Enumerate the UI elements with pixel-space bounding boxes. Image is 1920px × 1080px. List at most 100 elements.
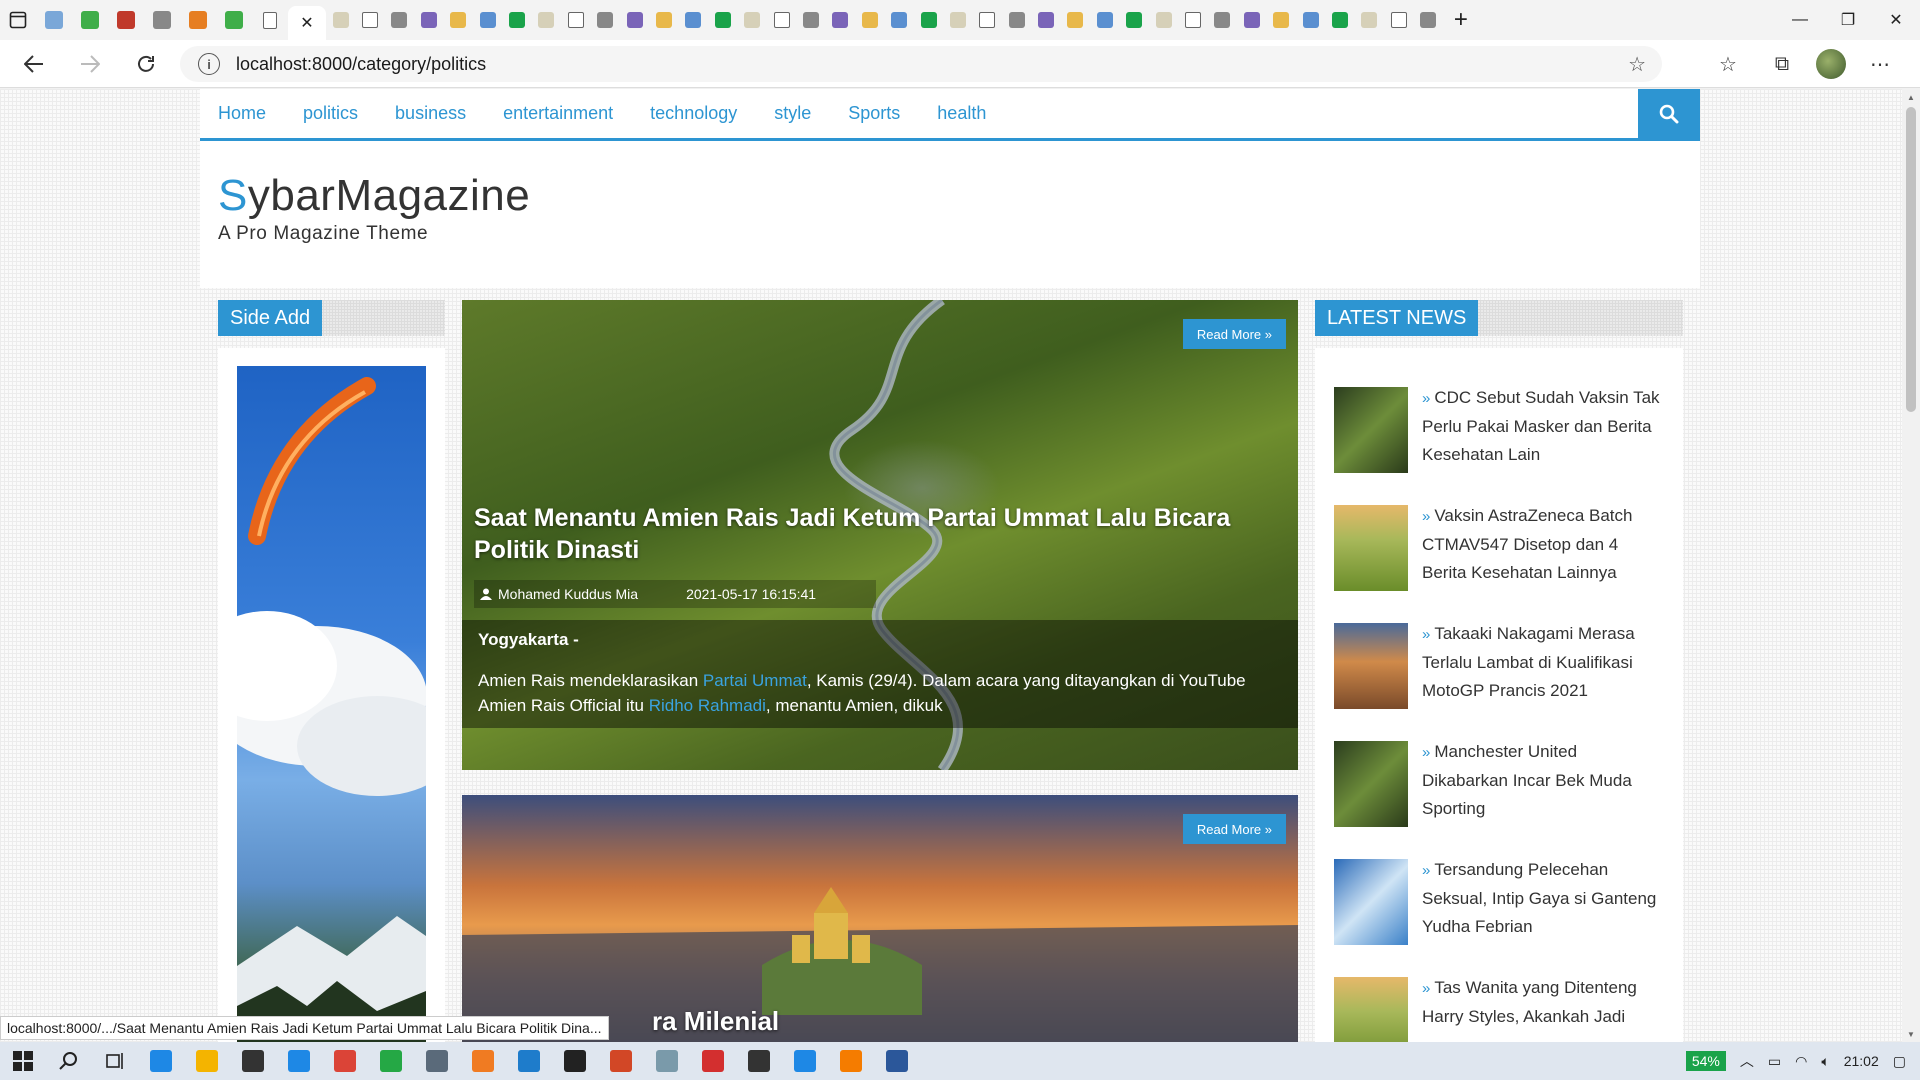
nav-entertainment[interactable]: entertainment xyxy=(503,103,613,124)
background-tab[interactable] xyxy=(385,0,414,40)
background-tab[interactable] xyxy=(502,0,531,40)
taskbar-app-icon[interactable] xyxy=(644,1042,690,1080)
tab-green-plus-icon[interactable] xyxy=(216,0,252,40)
wifi-icon[interactable]: ◠ xyxy=(1795,1053,1807,1070)
taskbar-mail-icon[interactable] xyxy=(230,1042,276,1080)
news-thumbnail[interactable] xyxy=(1334,623,1408,709)
background-tab[interactable] xyxy=(561,0,590,40)
taskbar-l-app-icon[interactable] xyxy=(276,1042,322,1080)
news-headline[interactable]: CDC Sebut Sudah Vaksin Tak Perlu Pakai M… xyxy=(1422,388,1660,464)
tab-doc-icon[interactable] xyxy=(252,0,288,40)
latest-news-item[interactable]: » CDC Sebut Sudah Vaksin Tak Perlu Pakai … xyxy=(1334,384,1674,474)
battery-indicator[interactable]: 54% xyxy=(1685,1051,1726,1071)
scroll-up-icon[interactable]: ▲ xyxy=(1902,89,1920,105)
site-logo[interactable]: SybarMagazine xyxy=(218,171,530,221)
taskbar-powerpoint-icon[interactable] xyxy=(598,1042,644,1080)
taskbar-whatsapp-icon[interactable] xyxy=(368,1042,414,1080)
background-tab[interactable] xyxy=(355,0,384,40)
read-more-button[interactable]: Read More » xyxy=(1182,319,1286,349)
taskbar-infinity-icon[interactable] xyxy=(782,1042,828,1080)
refresh-button[interactable] xyxy=(124,44,168,84)
background-tab[interactable] xyxy=(708,0,737,40)
clock[interactable]: 21:02 xyxy=(1844,1053,1879,1069)
news-thumbnail[interactable] xyxy=(1334,387,1408,473)
taskbar-chrome-icon[interactable] xyxy=(322,1042,368,1080)
scrollbar-thumb[interactable] xyxy=(1906,107,1916,412)
taskbar-folder-icon[interactable] xyxy=(184,1042,230,1080)
nav-technology[interactable]: technology xyxy=(650,103,737,124)
background-tab[interactable] xyxy=(649,0,678,40)
tab-actions-icon[interactable] xyxy=(0,0,36,40)
taskbar-photos-icon[interactable] xyxy=(414,1042,460,1080)
post-title-2[interactable]: ra Milenial xyxy=(652,1006,779,1037)
news-thumbnail[interactable] xyxy=(1334,505,1408,591)
tab-edge-icon[interactable] xyxy=(36,0,72,40)
page-scrollbar[interactable]: ▲ ▼ xyxy=(1902,89,1920,1042)
news-headline[interactable]: Tas Wanita yang Ditenteng Harry Styles, … xyxy=(1422,978,1637,1026)
battery-icon[interactable]: ▭ xyxy=(1768,1053,1781,1070)
background-tab[interactable] xyxy=(1267,0,1296,40)
nav-style[interactable]: style xyxy=(774,103,811,124)
background-tab[interactable] xyxy=(1002,0,1031,40)
tab-pma-icon[interactable] xyxy=(180,0,216,40)
taskbar-pdf-icon[interactable] xyxy=(690,1042,736,1080)
background-tab[interactable] xyxy=(532,0,561,40)
latest-news-item[interactable]: » Vaksin AstraZeneca Batch CTMAV547 Diset… xyxy=(1334,502,1674,592)
add-favorite-icon[interactable]: ☆ xyxy=(1628,52,1646,77)
background-tab[interactable] xyxy=(620,0,649,40)
url-field[interactable]: i localhost:8000/category/politics ☆ xyxy=(180,46,1662,82)
tab-mail-icon[interactable] xyxy=(108,0,144,40)
post-title[interactable]: Saat Menantu Amien Rais Jadi Ketum Parta… xyxy=(474,502,1274,566)
favorites-icon[interactable]: ☆ xyxy=(1708,44,1748,84)
more-menu-icon[interactable]: ⋯ xyxy=(1860,44,1900,84)
background-tab[interactable] xyxy=(1237,0,1266,40)
background-tab[interactable] xyxy=(1031,0,1060,40)
background-tab[interactable] xyxy=(826,0,855,40)
tab-puzzle-icon[interactable] xyxy=(144,0,180,40)
background-tab[interactable] xyxy=(414,0,443,40)
background-tab[interactable] xyxy=(1120,0,1149,40)
new-tab-button[interactable]: + xyxy=(1443,0,1479,40)
nav-health[interactable]: health xyxy=(937,103,986,124)
background-tab[interactable] xyxy=(737,0,766,40)
background-tab[interactable] xyxy=(1090,0,1119,40)
background-tab[interactable] xyxy=(1413,0,1442,40)
background-tab[interactable] xyxy=(1384,0,1413,40)
restore-button[interactable]: ❐ xyxy=(1824,0,1872,40)
start-button[interactable] xyxy=(0,1042,46,1080)
search-taskbar-icon[interactable] xyxy=(46,1042,92,1080)
nav-home[interactable]: Home xyxy=(218,103,266,124)
scroll-down-icon[interactable]: ▼ xyxy=(1902,1026,1920,1042)
search-button[interactable] xyxy=(1638,89,1700,138)
active-tab[interactable]: ✕ xyxy=(288,6,326,40)
background-tab[interactable] xyxy=(1296,0,1325,40)
news-headline[interactable]: Takaaki Nakagami Merasa Terlalu Lambat d… xyxy=(1422,624,1635,700)
news-thumbnail[interactable] xyxy=(1334,741,1408,827)
background-tab[interactable] xyxy=(1208,0,1237,40)
background-tab[interactable] xyxy=(973,0,1002,40)
background-tab[interactable] xyxy=(326,0,355,40)
background-tab[interactable] xyxy=(1149,0,1178,40)
news-headline[interactable]: Manchester United Dikabarkan Incar Bek M… xyxy=(1422,742,1632,818)
nav-politics[interactable]: politics xyxy=(303,103,358,124)
background-tab[interactable] xyxy=(1061,0,1090,40)
news-headline[interactable]: Tersandung Pelecehan Seksual, Intip Gaya… xyxy=(1422,860,1656,936)
chevron-up-icon[interactable]: ︿ xyxy=(1740,1051,1754,1071)
background-tab[interactable] xyxy=(1178,0,1207,40)
latest-news-item[interactable]: » Tersandung Pelecehan Seksual, Intip Gay… xyxy=(1334,856,1674,946)
taskbar-gallery-icon[interactable] xyxy=(736,1042,782,1080)
background-tab[interactable] xyxy=(855,0,884,40)
taskbar-edge-icon[interactable] xyxy=(138,1042,184,1080)
nav-sports[interactable]: Sports xyxy=(848,103,900,124)
nav-business[interactable]: business xyxy=(395,103,466,124)
background-tab[interactable] xyxy=(591,0,620,40)
latest-news-item[interactable]: » Tas Wanita yang Ditenteng Harry Styles,… xyxy=(1334,974,1674,1042)
site-info-icon[interactable]: i xyxy=(198,53,220,75)
url-text[interactable]: localhost:8000/category/politics xyxy=(236,54,486,75)
back-button[interactable] xyxy=(12,44,56,84)
latest-news-item[interactable]: » Takaaki Nakagami Merasa Terlalu Lambat … xyxy=(1334,620,1674,710)
news-headline[interactable]: Vaksin AstraZeneca Batch CTMAV547 Diseto… xyxy=(1422,506,1632,582)
profile-avatar[interactable] xyxy=(1816,49,1846,79)
background-tab[interactable] xyxy=(796,0,825,40)
taskbar-word-icon[interactable] xyxy=(874,1042,920,1080)
